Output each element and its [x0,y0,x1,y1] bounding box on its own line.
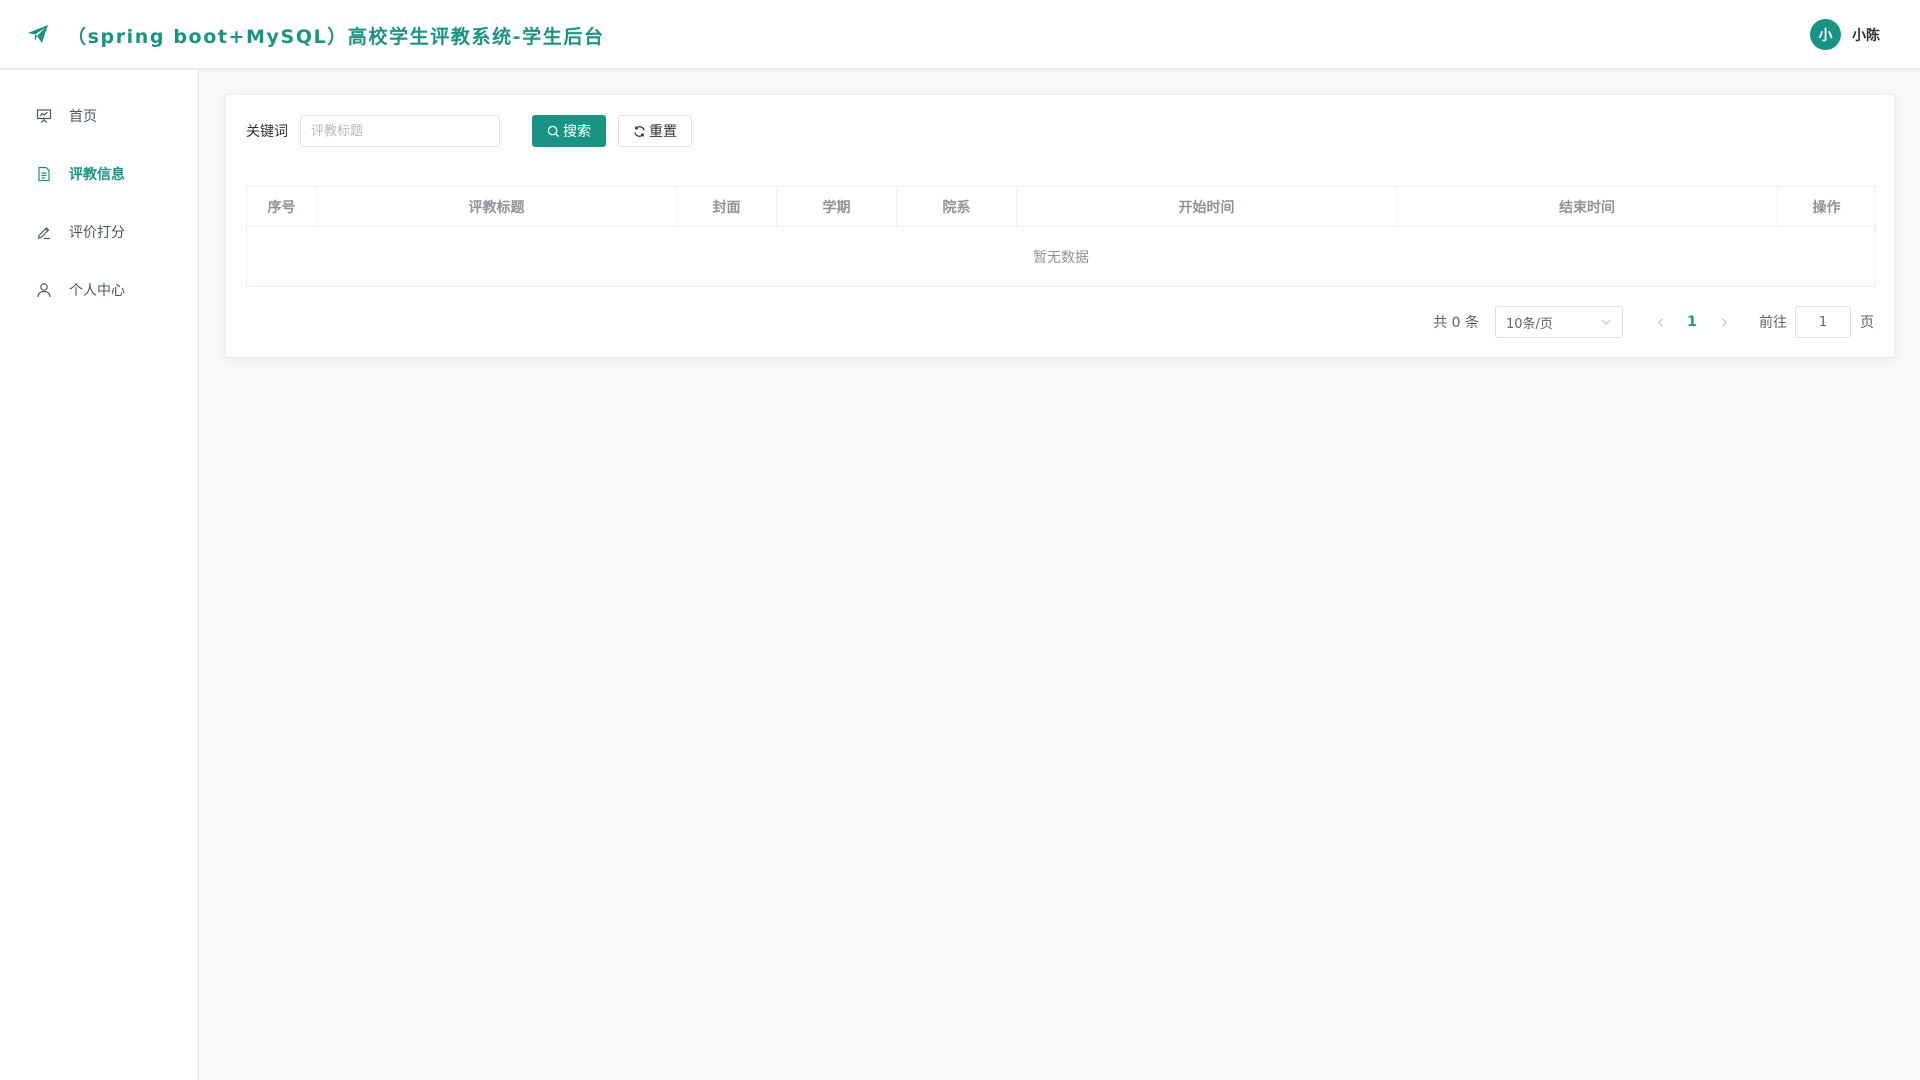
empty-state: 暂无数据 [1033,249,1089,266]
sidebar-item-label: 个人中心 [69,283,125,299]
refresh-icon [634,125,645,137]
chevron-down-icon [1601,319,1611,325]
page-size-select[interactable]: 10条/页 [1495,306,1623,338]
user-icon [36,282,52,298]
data-table: 序号 评教标题 封面 学期 院系 开始时间 结束时间 操作 暂无数据 [246,186,1876,287]
user-menu[interactable]: 小 小陈 [1810,19,1880,50]
sidebar: 首页 评教信息 评价打分 个人中心 [0,70,199,1080]
document-icon [36,166,52,182]
avatar[interactable]: 小 [1810,19,1841,50]
pen-icon [36,224,52,240]
sidebar-item-home[interactable]: 首页 [0,87,198,145]
sidebar-item-profile[interactable]: 个人中心 [0,261,198,319]
table-header: 序号 评教标题 封面 学期 院系 开始时间 结束时间 操作 [247,187,1875,227]
column-header[interactable]: 封面 [677,187,777,226]
pagination: 共 0 条 10条/页 1 前往 页 [1433,306,1874,338]
column-header[interactable]: 操作 [1778,187,1875,226]
sidebar-item-label: 评价打分 [69,225,125,241]
app-title: （spring boot+MySQL）高校学生评教系统-学生后台 [67,26,605,48]
column-header[interactable]: 评教标题 [317,187,677,226]
page-number-current[interactable]: 1 [1675,314,1709,330]
column-header[interactable]: 院系 [897,187,1017,226]
prev-page-button[interactable] [1645,317,1675,328]
user-name[interactable]: 小陈 [1852,25,1880,45]
sidebar-item-label: 首页 [69,109,97,125]
sidebar-item-evaluation-info[interactable]: 评教信息 [0,145,198,203]
paper-plane-icon [28,25,48,43]
page-suffix: 页 [1860,315,1874,331]
column-header[interactable]: 序号 [247,187,317,226]
keyword-label: 关键词 [246,124,288,140]
top-header: （spring boot+MySQL）高校学生评教系统-学生后台 小 小陈 [0,0,1920,69]
sidebar-item-rating[interactable]: 评价打分 [0,203,198,261]
column-header[interactable]: 结束时间 [1397,187,1778,226]
main-card: 关键词 搜索 重置 序号 评教标题 封面 学期 院系 开始时间 结束时间 操作 [225,94,1895,358]
presentation-icon [36,108,52,124]
search-button[interactable]: 搜索 [532,115,606,147]
search-button-label: 搜索 [563,124,591,140]
next-page-button[interactable] [1709,317,1739,328]
column-header[interactable]: 学期 [777,187,897,226]
search-icon [547,125,560,137]
reset-button[interactable]: 重置 [618,115,692,147]
column-header[interactable]: 开始时间 [1017,187,1397,226]
search-bar: 关键词 搜索 重置 [246,115,692,147]
goto-label: 前往 [1759,315,1787,331]
chevron-right-icon [1721,317,1727,327]
sidebar-item-label: 评教信息 [69,167,125,183]
chevron-left-icon [1657,317,1663,327]
reset-button-label: 重置 [649,124,677,140]
total-count: 共 0 条 [1433,315,1479,331]
page-size-value: 10条/页 [1506,316,1553,332]
goto-page-input[interactable] [1795,306,1851,338]
keyword-input[interactable] [300,115,500,147]
